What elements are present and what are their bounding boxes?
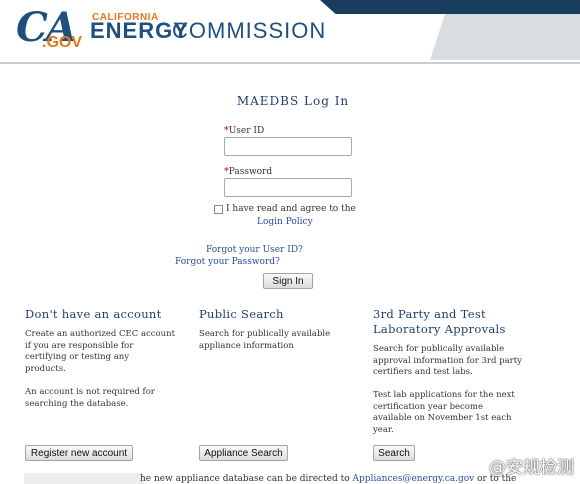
ca-gov-logo-suffix: .GOV (42, 34, 83, 51)
no-account-title: Don't have an account (25, 307, 162, 321)
login-policy-link[interactable]: Login Policy (257, 217, 313, 227)
appliance-search-button[interactable]: Appliance Search (199, 445, 288, 461)
third-party-text: Search for publically available approval… (373, 344, 522, 377)
watermark: @安规检测 (489, 458, 574, 478)
header-swoosh-light (430, 14, 580, 60)
no-account-text: Create an authorized CEC account if you … (25, 329, 176, 374)
commission-label: COMMISSION (172, 18, 327, 43)
user-id-label-text: User ID (228, 126, 265, 136)
user-id-input[interactable] (224, 137, 352, 156)
third-party-note: Test lab applications for the next certi… (373, 390, 515, 435)
forgot-user-id-link[interactable]: Forgot your User ID? (206, 245, 303, 255)
sign-in-button[interactable]: Sign In (263, 273, 313, 289)
no-account-note: An account is not required for searching… (25, 387, 155, 409)
appliances-email-link[interactable]: Appliances@energy.ca.gov (353, 474, 475, 484)
password-input[interactable] (224, 178, 352, 197)
third-party-search-button[interactable]: Search (373, 445, 415, 461)
public-search-text: Search for publically available applianc… (199, 329, 331, 351)
public-search-title: Public Search (199, 307, 284, 321)
footer-text-start: he new appliance database can be directe… (140, 474, 353, 484)
footer-text: he new appliance database can be directe… (140, 474, 516, 484)
header-swoosh-dark (320, 0, 580, 14)
agree-checkbox[interactable] (214, 204, 223, 214)
third-party-title: 3rd Party and Test Laboratory Approvals (373, 307, 506, 336)
password-label-text: Password (228, 167, 273, 177)
register-account-button[interactable]: Register new account (25, 445, 133, 461)
site-header: CA .GOV CALIFORNIA ENERGY COMMISSION (0, 0, 580, 64)
footer-left-box (24, 473, 144, 484)
agree-row: I have read and agree to the (214, 204, 356, 214)
agree-text: I have read and agree to the (226, 204, 356, 214)
forgot-password-link[interactable]: Forgot your Password? (175, 257, 280, 267)
password-label: *Password (224, 167, 272, 177)
user-id-label: *User ID (224, 126, 264, 136)
login-title: MAEDBS Log In (236, 94, 350, 108)
